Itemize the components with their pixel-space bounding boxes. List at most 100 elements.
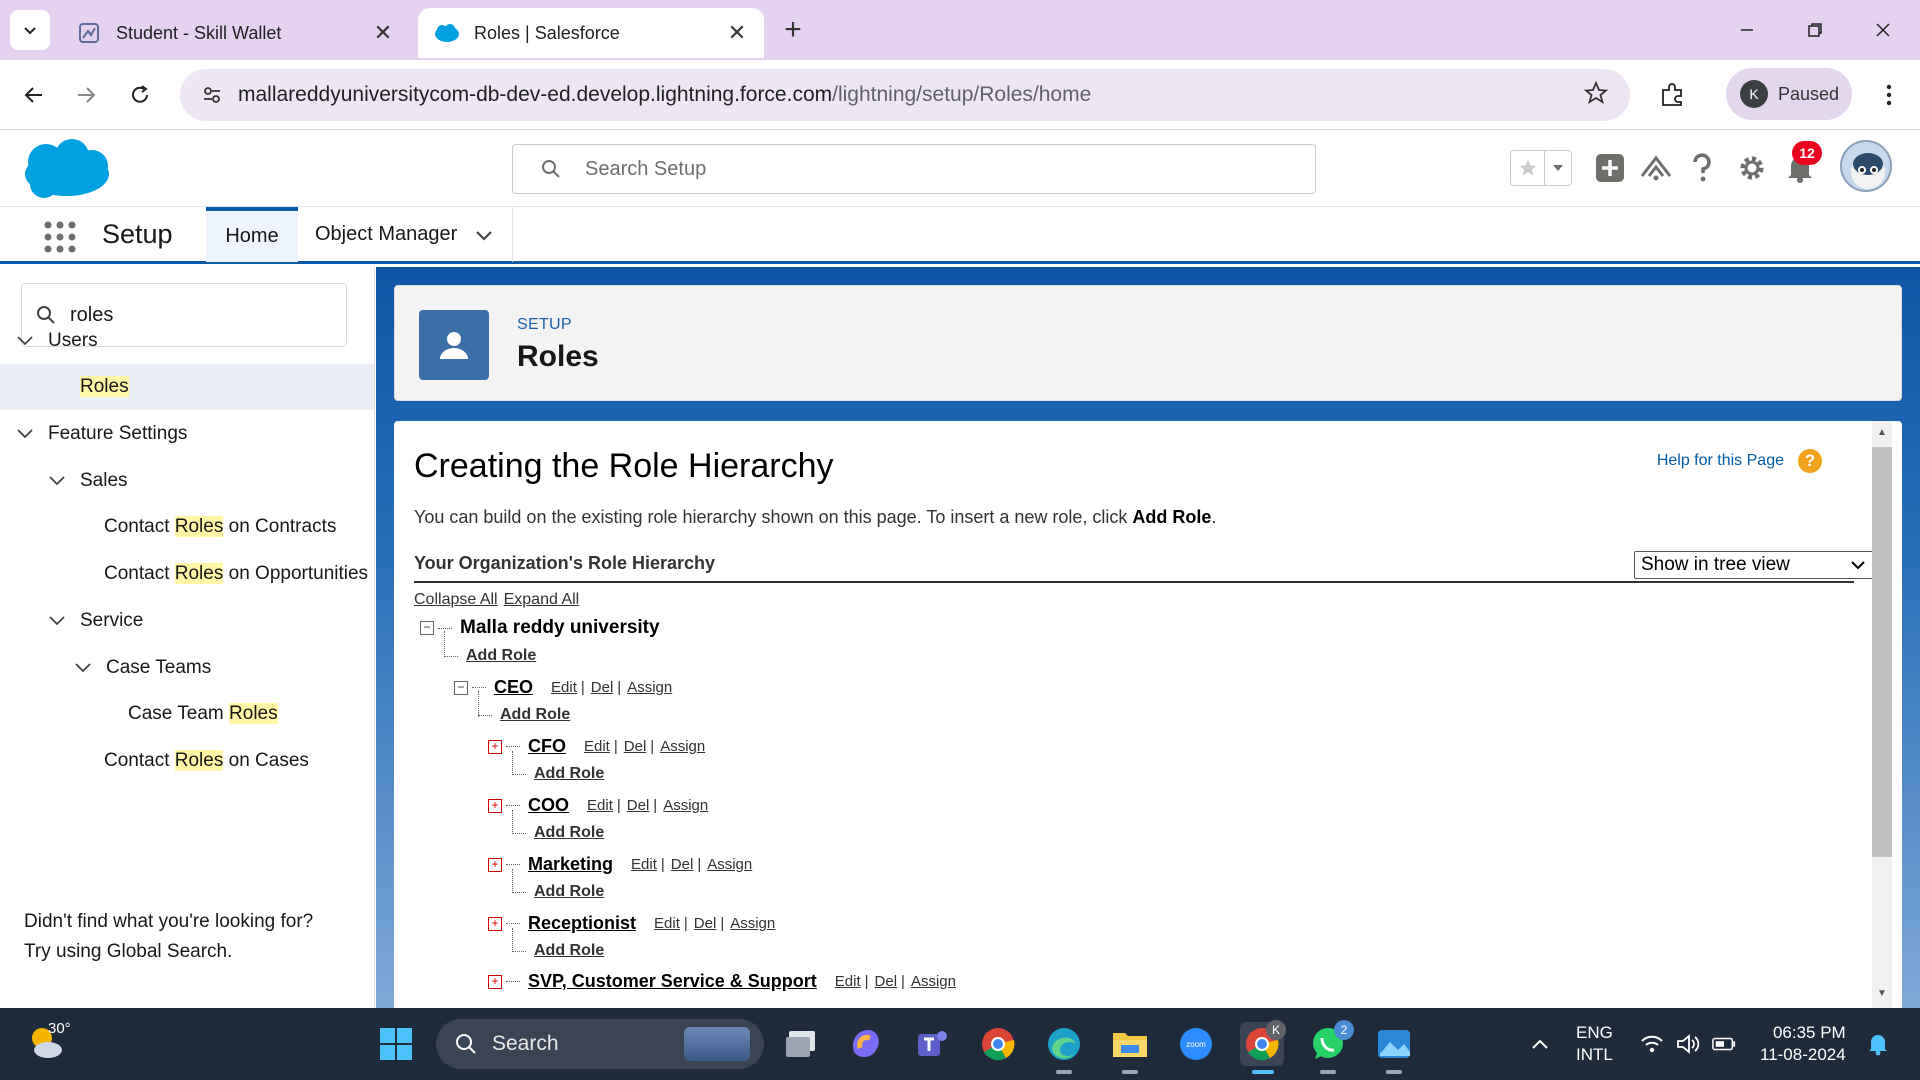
- collapse-toggle-icon[interactable]: −: [420, 621, 434, 635]
- sidebar-item-sales[interactable]: Sales: [0, 458, 374, 504]
- chevron-down-icon[interactable]: [72, 663, 94, 673]
- app-launcher-button[interactable]: [42, 219, 78, 255]
- tab-home[interactable]: Home: [206, 207, 298, 262]
- setup-search-input[interactable]: Search Setup: [512, 144, 1316, 194]
- taskbar-search[interactable]: Search: [436, 1019, 764, 1069]
- del-link[interactable]: Del: [591, 679, 614, 696]
- assign-link[interactable]: Assign: [911, 973, 956, 990]
- expand-toggle-icon[interactable]: +: [488, 974, 502, 989]
- minimize-button[interactable]: [1722, 10, 1772, 50]
- edit-link[interactable]: Edit: [835, 973, 861, 990]
- add-role-link[interactable]: Add Role: [500, 706, 570, 724]
- role-name-link[interactable]: Marketing: [528, 854, 613, 875]
- setup-gear-button[interactable]: [1734, 150, 1770, 186]
- new-tab-button[interactable]: +: [775, 12, 811, 48]
- browser-tab-roles[interactable]: Roles | Salesforce ✕: [418, 8, 764, 58]
- sidebar-item-contact-roles-cases[interactable]: Contact Roles on Cases: [0, 738, 374, 784]
- chevron-down-icon[interactable]: [46, 616, 68, 626]
- help-question-icon[interactable]: ?: [1798, 449, 1822, 473]
- role-name-link[interactable]: COO: [528, 795, 569, 816]
- extensions-button[interactable]: [1652, 75, 1692, 115]
- close-icon[interactable]: ✕: [372, 20, 394, 46]
- collapse-toggle-icon[interactable]: −: [454, 680, 468, 695]
- del-link[interactable]: Del: [875, 973, 898, 990]
- system-clock[interactable]: 06:35 PM 11-08-2024: [1760, 1022, 1846, 1066]
- favorites-dropdown-icon[interactable]: [1545, 151, 1571, 185]
- forward-button[interactable]: [66, 75, 106, 115]
- close-icon[interactable]: ✕: [726, 20, 748, 46]
- add-role-link[interactable]: Add Role: [534, 883, 604, 901]
- edge-button[interactable]: [1042, 1022, 1086, 1066]
- role-name-link[interactable]: CEO: [494, 677, 533, 698]
- expand-toggle-icon[interactable]: +: [488, 857, 502, 872]
- scrollbar-thumb[interactable]: [1872, 447, 1892, 857]
- file-explorer-button[interactable]: [1108, 1022, 1152, 1066]
- favorites-button-group[interactable]: [1510, 150, 1572, 186]
- show-hidden-icons-button[interactable]: [1528, 1032, 1552, 1056]
- view-mode-select[interactable]: Show in tree view: [1634, 551, 1874, 579]
- salesforce-logo-icon[interactable]: [22, 138, 112, 205]
- chevron-down-icon[interactable]: [46, 476, 68, 486]
- bookmark-star-icon[interactable]: [1583, 80, 1609, 110]
- assign-link[interactable]: Assign: [627, 679, 672, 696]
- tab-search-button[interactable]: [10, 10, 50, 50]
- notification-center-icon[interactable]: [1866, 1032, 1890, 1056]
- assign-link[interactable]: Assign: [707, 856, 752, 873]
- global-actions-button[interactable]: [1592, 150, 1628, 186]
- copilot-button[interactable]: [844, 1022, 888, 1066]
- add-role-link[interactable]: Add Role: [466, 647, 536, 665]
- scroll-down-arrow-icon[interactable]: ▼: [1876, 988, 1888, 1002]
- panel-scrollbar[interactable]: ▲ ▼: [1872, 421, 1892, 1008]
- browser-menu-button[interactable]: [1874, 75, 1904, 115]
- role-name-link[interactable]: CFO: [528, 736, 566, 757]
- wifi-icon[interactable]: [1640, 1032, 1664, 1056]
- photos-button[interactable]: [1372, 1022, 1416, 1066]
- sidebar-item-contact-roles-opportunities[interactable]: Contact Roles on Opportunities: [0, 551, 374, 597]
- sidebar-item-service[interactable]: Service: [0, 598, 374, 644]
- help-for-page-link[interactable]: Help for this Page ?: [1657, 449, 1822, 473]
- scroll-up-arrow-icon[interactable]: ▲: [1876, 427, 1888, 441]
- edit-link[interactable]: Edit: [631, 856, 657, 873]
- restore-button[interactable]: [1790, 10, 1840, 50]
- expand-toggle-icon[interactable]: +: [488, 739, 502, 754]
- reload-button[interactable]: [120, 75, 160, 115]
- expand-all-link[interactable]: Expand All: [504, 591, 580, 608]
- back-button[interactable]: [14, 75, 54, 115]
- chrome-button[interactable]: [976, 1022, 1020, 1066]
- sidebar-item-case-teams[interactable]: Case Teams: [0, 645, 374, 691]
- edit-link[interactable]: Edit: [551, 679, 577, 696]
- profile-button[interactable]: K Paused: [1726, 68, 1852, 120]
- start-button[interactable]: [374, 1022, 418, 1066]
- trailhead-button[interactable]: [1638, 150, 1674, 186]
- add-role-link[interactable]: Add Role: [534, 765, 604, 783]
- task-view-button[interactable]: [780, 1022, 824, 1066]
- volume-icon[interactable]: [1676, 1032, 1700, 1056]
- assign-link[interactable]: Assign: [730, 915, 775, 932]
- del-link[interactable]: Del: [624, 738, 647, 755]
- edit-link[interactable]: Edit: [587, 797, 613, 814]
- chevron-down-icon[interactable]: [14, 336, 36, 346]
- chevron-down-icon[interactable]: [14, 429, 36, 439]
- del-link[interactable]: Del: [694, 915, 717, 932]
- sidebar-item-roles[interactable]: Roles: [0, 364, 374, 410]
- tab-object-manager[interactable]: Object Manager: [298, 207, 513, 262]
- expand-toggle-icon[interactable]: +: [488, 916, 502, 931]
- del-link[interactable]: Del: [627, 797, 650, 814]
- teams-button[interactable]: [910, 1022, 954, 1066]
- battery-icon[interactable]: [1712, 1032, 1736, 1056]
- role-name-link[interactable]: SVP, Customer Service & Support: [528, 971, 817, 992]
- del-link[interactable]: Del: [671, 856, 694, 873]
- sidebar-item-contact-roles-contracts[interactable]: Contact Roles on Contracts: [0, 504, 374, 550]
- add-role-link[interactable]: Add Role: [534, 824, 604, 842]
- zoom-button[interactable]: zoom: [1174, 1022, 1218, 1066]
- role-name-link[interactable]: Receptionist: [528, 913, 636, 934]
- favorites-star-icon[interactable]: [1511, 151, 1545, 185]
- chevron-down-icon[interactable]: [475, 225, 493, 248]
- add-role-link[interactable]: Add Role: [534, 942, 604, 960]
- sidebar-item-case-team-roles[interactable]: Case Team Roles: [0, 691, 374, 737]
- user-avatar[interactable]: [1840, 140, 1892, 192]
- sidebar-item-users[interactable]: Users: [0, 318, 374, 364]
- site-info-icon[interactable]: [186, 69, 238, 121]
- assign-link[interactable]: Assign: [663, 797, 708, 814]
- expand-toggle-icon[interactable]: +: [488, 798, 502, 813]
